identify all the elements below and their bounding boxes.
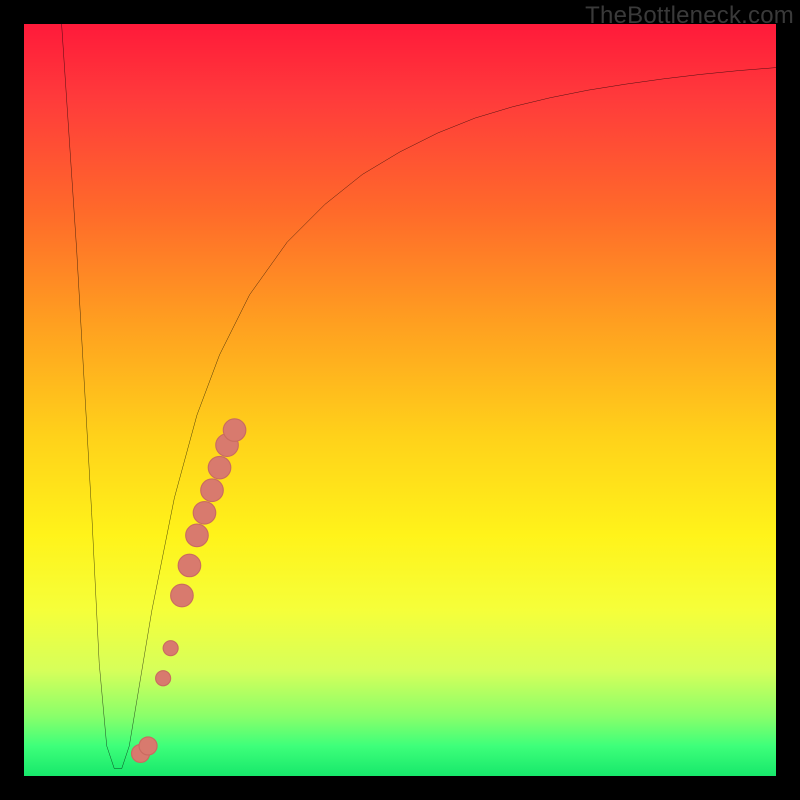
data-marker (223, 419, 246, 442)
data-marker (186, 524, 209, 547)
data-marker (156, 671, 171, 686)
data-marker (193, 502, 216, 525)
chart-svg (24, 24, 776, 776)
data-marker (178, 554, 201, 577)
marker-group (132, 419, 246, 763)
bottleneck-curve (62, 24, 776, 768)
data-marker (139, 737, 157, 755)
watermark-text: TheBottleneck.com (585, 2, 794, 30)
data-marker (163, 641, 178, 656)
plot-area (24, 24, 776, 776)
data-marker (208, 456, 231, 479)
data-marker (201, 479, 224, 502)
data-marker (171, 584, 194, 607)
chart-frame: TheBottleneck.com (0, 0, 800, 800)
